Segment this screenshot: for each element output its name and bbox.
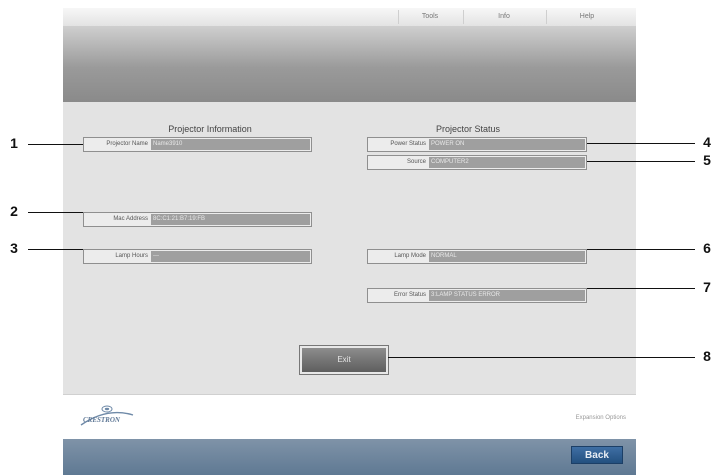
projector-name-label: Projector Name [106, 141, 148, 147]
main-panel: Projector Information Projector Status P… [63, 102, 636, 394]
power-status-field: Power Status POWER ON [367, 137, 587, 152]
exit-button[interactable]: Exit [300, 346, 388, 374]
callout-line-5 [587, 161, 695, 162]
callout-line-1 [28, 144, 83, 145]
lamp-mode-label: Lamp Mode [394, 253, 426, 259]
error-status-field: Error Status 3:LAMP STATUS ERROR [367, 288, 587, 303]
callout-line-8 [388, 357, 695, 358]
top-menu-bar: Tools Info Help [63, 8, 636, 26]
error-status-value: 3:LAMP STATUS ERROR [429, 290, 585, 301]
callout-2: 2 [10, 203, 18, 219]
crestron-logo: CRESTRON [80, 405, 134, 426]
projector-information-title: Projector Information [168, 124, 252, 134]
menu-info[interactable]: Info [463, 10, 544, 24]
error-status-label: Error Status [393, 292, 426, 298]
source-label: Source [406, 159, 426, 165]
lamp-hours-field: Lamp Hours --- [83, 249, 312, 264]
callout-5: 5 [703, 152, 711, 168]
footer: CRESTRON Expansion Options [63, 394, 636, 440]
mac-address-label: Mac Address [113, 216, 148, 222]
lamp-mode-field: Lamp Mode NORMAL [367, 249, 587, 264]
expansion-options-link[interactable]: Expansion Options [576, 415, 626, 421]
projector-name-field: Projector Name Name3910 [83, 137, 312, 152]
callout-line-3 [28, 249, 83, 250]
mac-address-field: Mac Address 8C:C1:21:B7:19:FB [83, 212, 312, 227]
mac-address-value: 8C:C1:21:B7:19:FB [151, 214, 310, 225]
power-status-label: Power Status [390, 141, 426, 147]
callout-line-4 [587, 143, 695, 144]
menu-tools[interactable]: Tools [398, 10, 461, 24]
callout-8: 8 [703, 348, 711, 364]
lamp-hours-label: Lamp Hours [115, 253, 148, 259]
power-status-value: POWER ON [429, 139, 585, 150]
source-field: Source COMPUTER2 [367, 155, 587, 170]
projector-name-value: Name3910 [151, 139, 310, 150]
callout-4: 4 [703, 134, 711, 150]
callout-3: 3 [10, 240, 18, 256]
header-banner [63, 26, 636, 102]
callout-line-2 [28, 212, 83, 213]
lamp-hours-value: --- [151, 251, 310, 262]
lamp-mode-value: NORMAL [429, 251, 585, 262]
callout-6: 6 [703, 240, 711, 256]
callout-line-7 [587, 288, 695, 289]
crestron-window: Tools Info Help Projector Information Pr… [63, 8, 636, 475]
crestron-logo-text: CRESTRON [83, 416, 121, 424]
projector-status-title: Projector Status [435, 124, 501, 134]
menu-help[interactable]: Help [546, 10, 627, 24]
callout-line-6 [587, 249, 695, 250]
callout-1: 1 [10, 135, 18, 151]
back-button[interactable]: Back [571, 446, 623, 464]
bottom-bar: Back [63, 439, 636, 475]
source-value: COMPUTER2 [429, 157, 585, 168]
callout-7: 7 [703, 279, 711, 295]
